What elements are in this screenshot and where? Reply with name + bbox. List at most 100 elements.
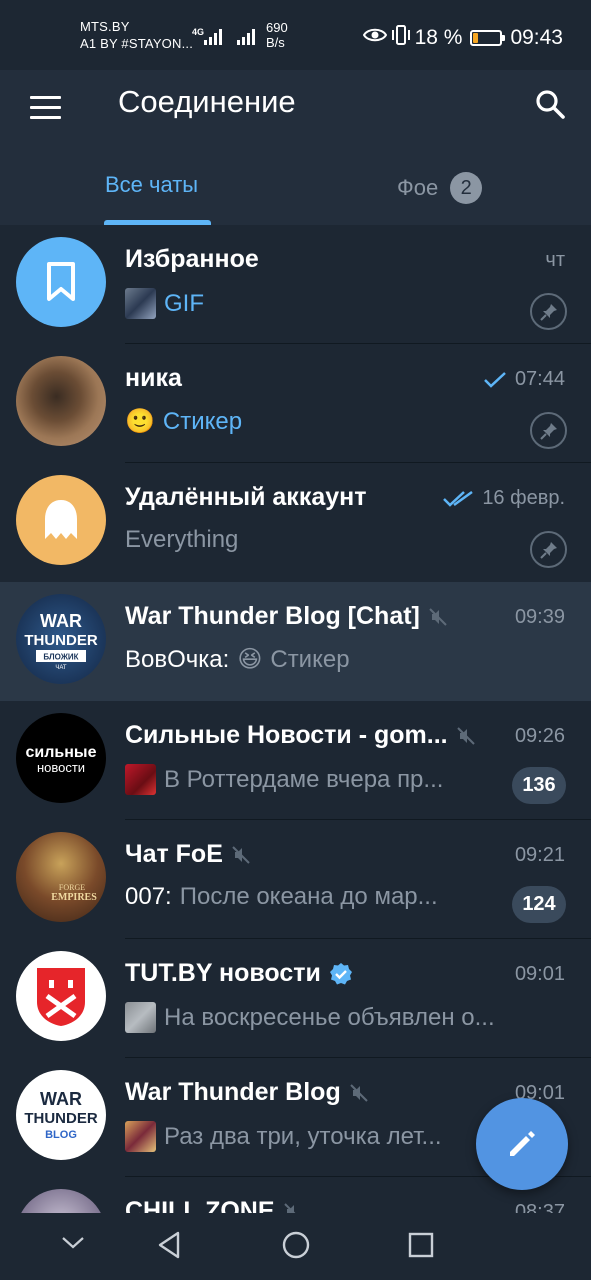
preview-emoji: 😆 bbox=[237, 646, 263, 673]
chat-item-wt-blog-chat[interactable]: WAR THUNDER БЛОЖИК ЧАТ War Thunder Blog … bbox=[0, 582, 591, 701]
sent-check-icon bbox=[484, 371, 506, 388]
preview-text: Everything bbox=[125, 526, 239, 553]
unread-badge: 124 bbox=[512, 886, 566, 923]
media-thumbnail bbox=[125, 288, 156, 319]
media-thumbnail bbox=[125, 764, 156, 795]
chat-preview: В Роттердаме вчера пр... bbox=[125, 764, 505, 795]
chat-name-label: Сильные Новости - gom... bbox=[125, 721, 448, 749]
speed-value: 690 bbox=[266, 20, 288, 35]
avatar bbox=[16, 951, 106, 1041]
chat-name: Сильные Новости - gom... bbox=[125, 721, 476, 750]
chevron-down-icon[interactable] bbox=[61, 1235, 85, 1256]
svg-text:БЛОЖИК: БЛОЖИК bbox=[43, 653, 78, 662]
media-thumbnail bbox=[125, 1002, 156, 1033]
recents-icon[interactable] bbox=[408, 1230, 434, 1265]
app-header: Соединение Все чаты Фое 2 bbox=[0, 70, 591, 225]
chat-preview: 007: После океана до мар... bbox=[125, 883, 505, 911]
chat-name: War Thunder Blog bbox=[125, 1078, 369, 1107]
tab-foe[interactable]: Фое 2 bbox=[397, 172, 483, 204]
folder-tabs: Все чаты Фое 2 bbox=[0, 162, 591, 225]
svg-text:новости: новости bbox=[37, 760, 85, 775]
signal-4g-icon: 4G bbox=[192, 26, 224, 51]
muted-icon bbox=[232, 846, 250, 865]
chat-name: Избранное bbox=[125, 245, 259, 273]
battery-icon bbox=[470, 30, 506, 46]
chat-time: 09:01 bbox=[514, 963, 565, 985]
svg-text:EMPIRES: EMPIRES bbox=[51, 892, 97, 903]
system-nav-bar bbox=[0, 1213, 591, 1280]
search-icon[interactable] bbox=[534, 88, 570, 124]
chat-name: War Thunder Blog [Chat] bbox=[125, 602, 448, 631]
chat-name: Удалённый аккаунт bbox=[125, 483, 367, 511]
chat-item-silnye-novosti[interactable]: сильные новости Сильные Новости - gom...… bbox=[0, 701, 591, 820]
speed-unit: B/s bbox=[266, 35, 285, 50]
chat-preview: Everything bbox=[125, 526, 505, 554]
preview-emoji: 🙂 bbox=[125, 408, 155, 435]
tab-all-chats[interactable]: Все чаты bbox=[105, 172, 198, 198]
chat-time-label: 16 февр. bbox=[482, 487, 565, 509]
chat-item-saved[interactable]: Избранное чт GIF bbox=[0, 225, 591, 344]
eye-icon bbox=[362, 26, 387, 50]
muted-icon bbox=[350, 1084, 368, 1103]
muted-icon bbox=[456, 727, 475, 746]
page-title: Соединение bbox=[118, 84, 296, 119]
read-check-icon bbox=[443, 490, 474, 507]
clock: 09:43 bbox=[510, 26, 563, 49]
svg-text:FORGE: FORGE bbox=[59, 883, 85, 892]
preview-text: После океана до мар... bbox=[179, 883, 438, 910]
avatar: WAR THUNDER БЛОЖИК ЧАТ bbox=[16, 594, 106, 684]
svg-text:ЧАТ: ЧАТ bbox=[55, 665, 67, 671]
chat-item-tutby[interactable]: TUT.BY новости 09:01 На воскресенье объя… bbox=[0, 939, 591, 1058]
tab-foe-badge: 2 bbox=[450, 172, 483, 204]
chat-item-foe[interactable]: FORGE EMPIRES Чат FoE 09:21 007: После о… bbox=[0, 820, 591, 939]
chat-name-label: TUT.BY новости bbox=[125, 959, 321, 987]
home-icon[interactable] bbox=[281, 1230, 311, 1265]
pencil-icon bbox=[510, 1131, 535, 1156]
svg-text:WAR: WAR bbox=[40, 1089, 82, 1109]
back-icon[interactable] bbox=[156, 1230, 182, 1265]
chat-preview: GIF bbox=[125, 288, 505, 319]
preview-media-label: GIF bbox=[164, 289, 204, 317]
avatar: WAR THUNDER BLOG bbox=[16, 1070, 106, 1160]
preview-text: В Роттердаме вчера пр... bbox=[164, 765, 444, 793]
muted-icon bbox=[429, 608, 447, 627]
chat-item-nika[interactable]: ника 07:44 🙂 Стикер bbox=[0, 344, 591, 463]
unread-badge: 136 bbox=[512, 767, 566, 804]
tab-foe-label: Фое bbox=[397, 175, 439, 200]
carrier-2: A1 BY #STAYON... bbox=[80, 36, 194, 51]
chat-time: 09:26 bbox=[514, 725, 565, 747]
chat-preview: Раз два три, уточка лет... bbox=[125, 1121, 475, 1152]
chat-preview: 🙂 Стикер bbox=[125, 407, 505, 436]
avatar bbox=[16, 237, 106, 327]
chat-name-label: Чат FoE bbox=[125, 840, 223, 868]
svg-text:4G: 4G bbox=[192, 27, 204, 37]
preview-text: На воскресенье объявлен о... bbox=[164, 1003, 495, 1031]
battery-percent: 18 % bbox=[414, 26, 463, 49]
chat-preview: ВовОчка: 😆 Стикер bbox=[125, 645, 505, 674]
chat-name: Чат FoE bbox=[125, 840, 251, 869]
vibrate-icon bbox=[391, 24, 411, 52]
chat-list: Избранное чт GIF ника 07:44 🙂 Стикер Уда bbox=[0, 225, 591, 1215]
tutby-logo-icon bbox=[37, 968, 85, 1026]
network-speed: 690 B/s bbox=[266, 20, 288, 50]
chat-time: 16 февр. bbox=[442, 487, 565, 510]
preview-sender: 007: bbox=[125, 883, 172, 910]
verified-icon bbox=[329, 963, 352, 985]
chat-time: 09:21 bbox=[514, 844, 565, 866]
media-thumbnail bbox=[125, 1121, 156, 1152]
bookmark-icon bbox=[47, 262, 75, 301]
chat-time-label: 07:44 bbox=[514, 368, 565, 390]
new-message-button[interactable] bbox=[476, 1098, 568, 1190]
chat-time: 09:39 bbox=[514, 606, 565, 628]
hamburger-menu-icon[interactable] bbox=[30, 96, 62, 120]
chat-name: TUT.BY новости bbox=[125, 959, 353, 988]
avatar bbox=[16, 475, 106, 565]
avatar: FORGE EMPIRES bbox=[16, 832, 106, 922]
chat-preview: На воскресенье объявлен о... bbox=[125, 1002, 535, 1033]
svg-text:THUNDER: THUNDER bbox=[24, 1110, 97, 1127]
chat-item-deleted-account[interactable]: Удалённый аккаунт 16 февр. Everything bbox=[0, 463, 591, 582]
chat-name-label: War Thunder Blog [Chat] bbox=[125, 602, 420, 630]
carrier-1: MTS.BY bbox=[80, 19, 130, 34]
preview-media-label: Стикер bbox=[162, 407, 243, 435]
carrier-info: MTS.BY A1 BY #STAYON... bbox=[80, 18, 193, 52]
